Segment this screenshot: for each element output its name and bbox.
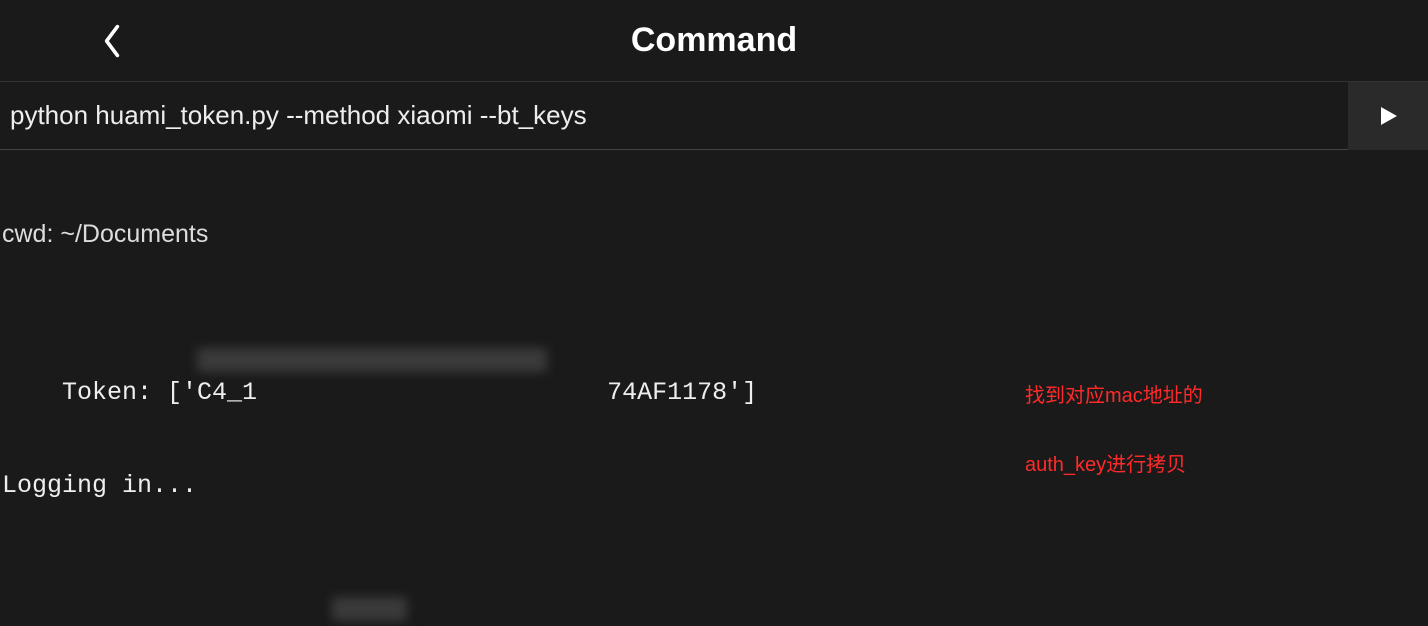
terminal-output: cwd: ~/Documents Token: ['C4_174AF1178']… bbox=[0, 150, 1428, 626]
header-bar: Command bbox=[0, 0, 1428, 82]
redaction-block bbox=[332, 597, 407, 621]
play-icon bbox=[1376, 104, 1400, 128]
chevron-left-icon bbox=[101, 23, 123, 59]
back-button[interactable] bbox=[100, 21, 124, 61]
logging-in-line: Logging in... bbox=[2, 470, 1426, 501]
annotation-line2: auth_key进行拷贝 bbox=[1025, 454, 1203, 477]
page-title: Command bbox=[631, 21, 797, 60]
annotation-line1: 找到对应mac地址的 bbox=[1025, 385, 1203, 408]
token-suffix: 74AF1178'] bbox=[607, 378, 757, 407]
logged-in-line: Logged in! User id: 1095 bbox=[2, 595, 1426, 626]
token-line: Token: ['C4_174AF1178'] bbox=[2, 346, 1426, 377]
redaction-block bbox=[197, 348, 547, 372]
token-prefix: Token: ['C4_1 bbox=[62, 378, 257, 407]
command-bar bbox=[0, 82, 1428, 150]
command-input[interactable] bbox=[4, 92, 1348, 139]
run-button[interactable] bbox=[1348, 82, 1428, 150]
cwd-line: cwd: ~/Documents bbox=[2, 219, 1426, 250]
annotation-text: 找到对应mac地址的 auth_key进行拷贝 bbox=[1025, 339, 1203, 523]
